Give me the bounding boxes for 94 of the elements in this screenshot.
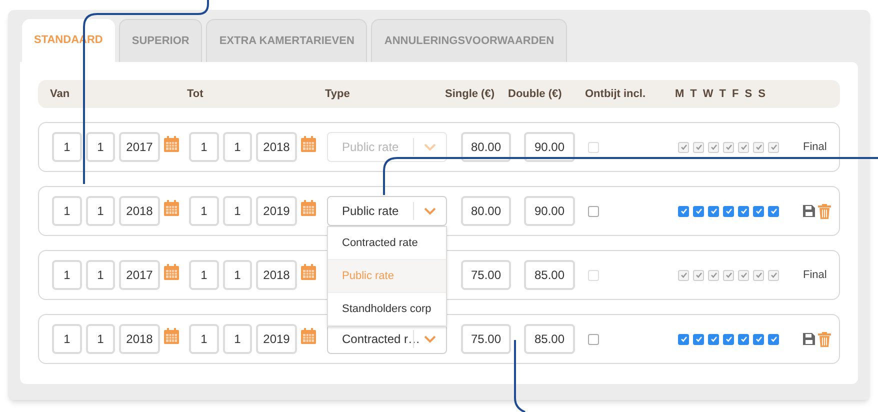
input-field[interactable]: 1 <box>189 196 219 226</box>
input-field[interactable]: 85.00 <box>524 324 575 354</box>
checkbox[interactable] <box>708 206 719 216</box>
checkbox[interactable] <box>723 142 734 152</box>
input-field[interactable]: 1 <box>189 324 219 354</box>
checkbox[interactable] <box>693 270 704 280</box>
checkbox[interactable] <box>738 142 749 152</box>
input-field[interactable]: 75.00 <box>461 324 511 354</box>
input-field[interactable]: 75.00 <box>461 260 511 290</box>
checkbox[interactable] <box>693 142 704 152</box>
input-field[interactable]: 1 <box>86 196 115 226</box>
calendar-icon[interactable] <box>301 264 316 280</box>
dropdown-option[interactable]: Standholders corp <box>328 293 446 326</box>
input-field[interactable]: 90.00 <box>524 132 575 162</box>
input-field[interactable]: 1 <box>189 132 219 162</box>
input-field[interactable]: 2018 <box>256 260 297 290</box>
checkbox[interactable] <box>753 206 764 216</box>
checkbox[interactable] <box>678 270 689 280</box>
save-icon[interactable] <box>803 333 815 345</box>
input-field[interactable]: 1 <box>52 324 82 354</box>
calendar-icon[interactable] <box>164 136 179 152</box>
calendar-icon[interactable] <box>164 264 179 280</box>
checkbox[interactable] <box>708 334 719 344</box>
input-field[interactable]: 1 <box>86 260 115 290</box>
checkbox[interactable] <box>768 142 779 152</box>
calendar-icon[interactable] <box>301 328 316 344</box>
checkbox[interactable] <box>693 334 704 344</box>
chevron-down-icon <box>424 335 436 343</box>
checkbox[interactable] <box>723 270 734 280</box>
checkbox[interactable] <box>738 206 749 216</box>
column-header: M <box>675 86 684 102</box>
checkbox[interactable] <box>768 334 779 344</box>
input-field[interactable]: 2018 <box>119 196 160 226</box>
input-field[interactable]: 2019 <box>256 324 297 354</box>
input-field[interactable]: 1 <box>86 132 115 162</box>
column-header: W <box>702 86 714 102</box>
checkbox[interactable] <box>708 270 719 280</box>
checkbox[interactable] <box>753 142 764 152</box>
checkbox[interactable] <box>588 206 599 216</box>
input-field[interactable]: 1 <box>223 324 252 354</box>
status-text: Final <box>803 140 827 155</box>
checkbox[interactable] <box>723 334 734 344</box>
status-text: Final <box>803 268 827 283</box>
checkbox[interactable] <box>678 206 689 216</box>
save-icon[interactable] <box>803 205 815 217</box>
column-header: Ontbijt incl. <box>585 86 646 102</box>
calendar-icon[interactable] <box>301 200 316 216</box>
input-field[interactable]: 85.00 <box>524 260 575 290</box>
column-header: S <box>744 86 752 102</box>
column-header: Double (€) <box>508 86 563 102</box>
checkbox[interactable] <box>768 206 779 216</box>
input-field[interactable]: 90.00 <box>524 196 575 226</box>
input-field[interactable]: 2018 <box>256 132 297 162</box>
type-select[interactable]: Public rate <box>327 196 447 226</box>
checkbox[interactable] <box>753 270 764 280</box>
checkbox[interactable] <box>768 270 779 280</box>
checkbox[interactable] <box>678 334 689 344</box>
input-field[interactable]: 2019 <box>256 196 297 226</box>
checkbox[interactable] <box>753 334 764 344</box>
checkbox[interactable] <box>723 206 734 216</box>
input-field[interactable]: 2018 <box>119 324 160 354</box>
input-field[interactable]: 1 <box>52 260 82 290</box>
column-header: T <box>690 86 697 102</box>
type-select[interactable]: Contracted r… <box>327 324 447 354</box>
leader-line <box>514 340 526 412</box>
checkbox[interactable] <box>738 270 749 280</box>
checkbox[interactable] <box>693 206 704 216</box>
checkbox[interactable] <box>678 142 689 152</box>
chevron-down-icon <box>424 143 436 151</box>
input-field[interactable]: 1 <box>223 132 252 162</box>
column-header: Tot <box>187 86 204 102</box>
checkbox[interactable] <box>738 334 749 344</box>
calendar-icon[interactable] <box>164 200 179 216</box>
column-header: Van <box>50 86 71 102</box>
column-header: Single (€) <box>445 86 496 102</box>
input-field[interactable]: 80.00 <box>461 132 511 162</box>
input-field[interactable]: 80.00 <box>461 196 511 226</box>
checkbox[interactable] <box>588 334 599 344</box>
chevron-down-icon <box>424 207 436 215</box>
input-field[interactable]: 1 <box>223 260 252 290</box>
column-header: T <box>719 86 726 102</box>
input-field[interactable]: 1 <box>189 260 219 290</box>
input-field[interactable]: 2017 <box>119 132 160 162</box>
column-header: F <box>732 86 739 102</box>
checkbox[interactable] <box>708 142 719 152</box>
input-field[interactable]: 1 <box>86 324 115 354</box>
calendar-icon[interactable] <box>164 328 179 344</box>
input-field[interactable]: 1 <box>52 132 82 162</box>
column-header: S <box>758 86 766 102</box>
input-field[interactable]: 1 <box>223 196 252 226</box>
input-field[interactable]: 1 <box>52 196 82 226</box>
column-header: Type <box>325 86 351 102</box>
input-field[interactable]: 2017 <box>119 260 160 290</box>
calendar-icon[interactable] <box>301 136 316 152</box>
